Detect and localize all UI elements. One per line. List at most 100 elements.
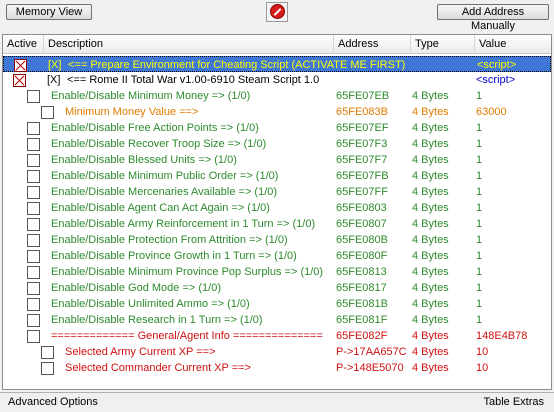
active-checkbox[interactable] bbox=[27, 266, 40, 279]
row-description: Selected Army Current XP ==> bbox=[65, 346, 216, 358]
row-type: 4 Bytes bbox=[412, 154, 449, 166]
row-type: 4 Bytes bbox=[412, 218, 449, 230]
col-description[interactable]: Description bbox=[44, 35, 334, 54]
row-value: 1 bbox=[476, 122, 483, 134]
row-description: Enable/Disable Mercenaries Available => … bbox=[51, 186, 278, 198]
active-checkbox[interactable] bbox=[27, 282, 40, 295]
row-value: 10 bbox=[476, 346, 489, 358]
table-row[interactable]: Enable/Disable Unlimited Ammo => (1/0) 6… bbox=[3, 296, 551, 312]
memory-view-button[interactable]: Memory View bbox=[6, 4, 92, 20]
active-checkbox[interactable] bbox=[27, 250, 40, 263]
active-checkbox[interactable] bbox=[27, 314, 40, 327]
table-row[interactable]: Enable/Disable Mercenaries Available => … bbox=[3, 184, 551, 200]
row-value: 148E4B78 bbox=[476, 330, 528, 342]
row-value: 1 bbox=[476, 314, 483, 326]
active-checkbox[interactable] bbox=[27, 90, 40, 103]
row-address: 65FE0807 bbox=[336, 218, 387, 230]
active-checkbox[interactable] bbox=[27, 234, 40, 247]
row-address: 65FE080B bbox=[336, 234, 388, 246]
table-header: Active Description Address Type Value bbox=[3, 35, 551, 54]
table-row[interactable]: [X] <== Rome II Total War v1.00-6910 Ste… bbox=[3, 72, 551, 88]
row-address: 65FE07F7 bbox=[336, 154, 388, 166]
table-row[interactable]: Enable/Disable Province Growth in 1 Turn… bbox=[3, 248, 551, 264]
row-address: 65FE07FB bbox=[336, 170, 389, 182]
active-checkbox[interactable] bbox=[14, 59, 27, 72]
col-address[interactable]: Address bbox=[334, 35, 411, 54]
row-description: Enable/Disable Unlimited Ammo => (1/0) bbox=[51, 298, 250, 310]
active-checkbox[interactable] bbox=[27, 298, 40, 311]
row-description: ============= General/Agent Info =======… bbox=[51, 330, 323, 342]
active-checkbox[interactable] bbox=[27, 122, 40, 135]
table-row[interactable]: ============= General/Agent Info =======… bbox=[3, 328, 551, 344]
table-row[interactable]: Minimum Money Value ==> 65FE083B 4 Bytes… bbox=[3, 104, 551, 120]
active-checkbox[interactable] bbox=[27, 138, 40, 151]
row-type: 4 Bytes bbox=[412, 362, 449, 374]
table-row[interactable]: Enable/Disable Blessed Units => (1/0) 65… bbox=[3, 152, 551, 168]
row-address: 65FE0803 bbox=[336, 202, 387, 214]
row-address: P->148E5070 bbox=[336, 362, 404, 374]
row-address: 65FE082F bbox=[336, 330, 388, 342]
active-checkbox[interactable] bbox=[41, 362, 54, 375]
row-description: Enable/Disable Minimum Money => (1/0) bbox=[51, 90, 251, 102]
col-value[interactable]: Value bbox=[475, 35, 551, 54]
active-checkbox[interactable] bbox=[41, 106, 54, 119]
active-checkbox[interactable] bbox=[27, 170, 40, 183]
active-checkbox[interactable] bbox=[27, 330, 40, 343]
row-address: 65FE07FF bbox=[336, 186, 388, 198]
stop-icon bbox=[270, 4, 285, 19]
cheat-table: Active Description Address Type Value [X… bbox=[2, 34, 552, 390]
add-address-button[interactable]: Add Address Manually bbox=[437, 4, 549, 32]
active-checkbox[interactable] bbox=[27, 154, 40, 167]
row-description: Enable/Disable Recover Troop Size => (1/… bbox=[51, 138, 267, 150]
row-value: 1 bbox=[476, 138, 483, 150]
row-value: 1 bbox=[476, 250, 483, 262]
row-type: 4 Bytes bbox=[412, 122, 449, 134]
row-description: Enable/Disable Agent Can Act Again => (1… bbox=[51, 202, 270, 214]
row-value: <script> bbox=[476, 74, 516, 86]
active-checkbox[interactable] bbox=[27, 202, 40, 215]
table-row[interactable]: Selected Army Current XP ==> P->17AA657C… bbox=[3, 344, 551, 360]
table-row[interactable]: Enable/Disable Minimum Money => (1/0) 65… bbox=[3, 88, 551, 104]
table-row[interactable]: Enable/Disable Research in 1 Turn => (1/… bbox=[3, 312, 551, 328]
row-value: 1 bbox=[476, 218, 483, 230]
row-address: 65FE07EB bbox=[336, 90, 390, 102]
table-row[interactable]: Enable/Disable Free Action Points => (1/… bbox=[3, 120, 551, 136]
row-description: Enable/Disable Research in 1 Turn => (1/… bbox=[51, 314, 263, 326]
row-description: Enable/Disable Minimum Province Pop Surp… bbox=[51, 266, 324, 278]
row-type: 4 Bytes bbox=[412, 106, 449, 118]
row-description: Enable/Disable Free Action Points => (1/… bbox=[51, 122, 259, 134]
table-row[interactable]: Enable/Disable God Mode => (1/0) 65FE081… bbox=[3, 280, 551, 296]
table-row[interactable]: Selected Commander Current XP ==> P->148… bbox=[3, 360, 551, 376]
active-checkbox[interactable] bbox=[41, 346, 54, 359]
row-description: Enable/Disable Province Growth in 1 Turn… bbox=[51, 250, 297, 262]
advanced-options-button[interactable]: Advanced Options bbox=[8, 396, 98, 408]
active-checkbox[interactable] bbox=[27, 218, 40, 231]
row-description: <== Rome II Total War v1.00-6910 Steam S… bbox=[67, 74, 320, 86]
table-row[interactable]: Enable/Disable Minimum Public Order => (… bbox=[3, 168, 551, 184]
row-address: 65FE0817 bbox=[336, 282, 387, 294]
row-type: 4 Bytes bbox=[412, 170, 449, 182]
row-type: 4 Bytes bbox=[412, 266, 449, 278]
row-checkmark: [X] bbox=[48, 59, 62, 71]
row-checkmark: [X] bbox=[47, 74, 61, 86]
row-address: 65FE083B bbox=[336, 106, 388, 118]
col-type[interactable]: Type bbox=[411, 35, 475, 54]
table-row[interactable]: Enable/Disable Army Reinforcement in 1 T… bbox=[3, 216, 551, 232]
row-type: 4 Bytes bbox=[412, 298, 449, 310]
active-checkbox[interactable] bbox=[27, 186, 40, 199]
row-description: Enable/Disable Blessed Units => (1/0) bbox=[51, 154, 237, 166]
table-row[interactable]: Enable/Disable Agent Can Act Again => (1… bbox=[3, 200, 551, 216]
row-description: <== Prepare Environment for Cheating Scr… bbox=[68, 59, 406, 71]
table-row[interactable]: Enable/Disable Recover Troop Size => (1/… bbox=[3, 136, 551, 152]
table-extras-button[interactable]: Table Extras bbox=[483, 396, 544, 408]
col-active[interactable]: Active bbox=[3, 35, 44, 54]
active-checkbox[interactable] bbox=[13, 74, 26, 87]
row-address: P->17AA657C bbox=[336, 346, 407, 358]
table-row[interactable]: Enable/Disable Minimum Province Pop Surp… bbox=[3, 264, 551, 280]
row-address: 65FE07F3 bbox=[336, 138, 388, 150]
row-type: 4 Bytes bbox=[412, 186, 449, 198]
row-value: 1 bbox=[476, 234, 483, 246]
table-row[interactable]: [X] <== Prepare Environment for Cheating… bbox=[3, 56, 551, 72]
table-row[interactable]: Enable/Disable Protection From Attrition… bbox=[3, 232, 551, 248]
stop-button[interactable] bbox=[266, 2, 288, 22]
